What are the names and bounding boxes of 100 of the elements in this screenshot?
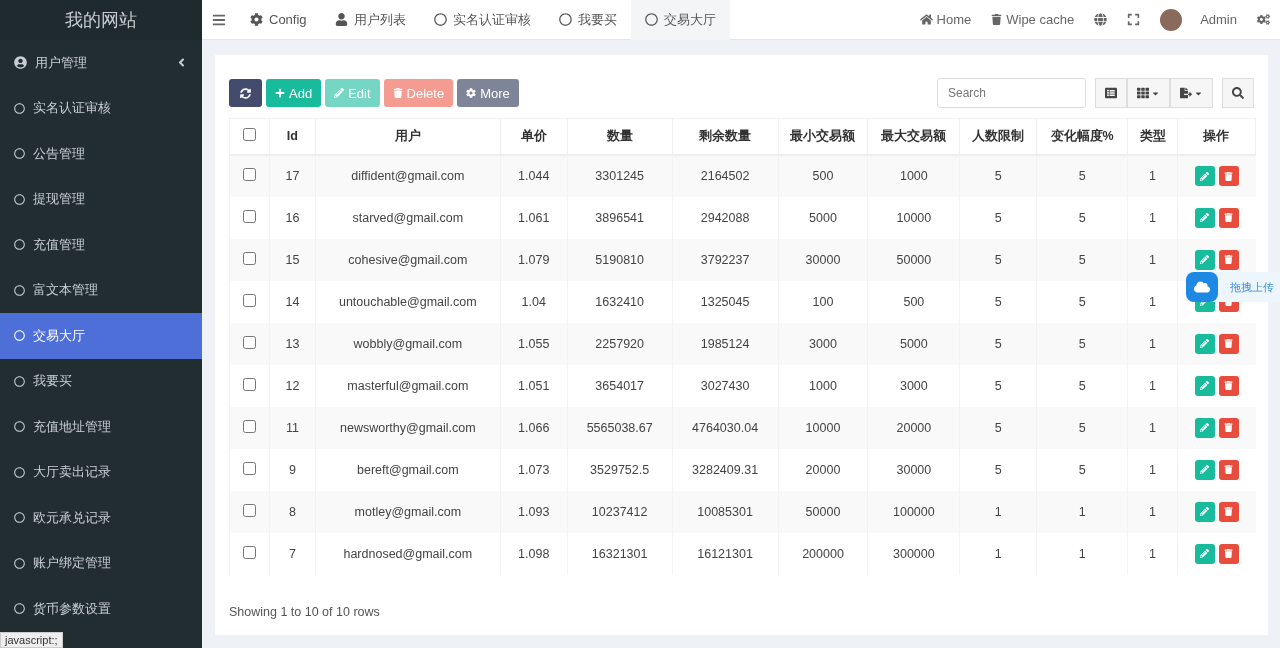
columns-button[interactable] xyxy=(1127,78,1170,108)
delete-row-button[interactable] xyxy=(1218,459,1239,480)
sidebar-item[interactable]: 欧元承兑记录 xyxy=(0,495,202,541)
edit-row-button[interactable] xyxy=(1194,375,1215,396)
nav-tab[interactable]: 交易大厅 xyxy=(630,0,730,40)
trash-icon xyxy=(1224,171,1234,181)
gears-icon xyxy=(1257,13,1270,26)
table-cell: 1.079 xyxy=(500,238,568,281)
column-header: 最小交易额 xyxy=(778,118,868,155)
table-cell: 30000 xyxy=(867,448,960,491)
row-checkbox[interactable] xyxy=(242,293,256,307)
table-cell: 1.055 xyxy=(500,322,568,365)
table-cell: 9 xyxy=(269,448,316,491)
table-cell: 5 xyxy=(1036,238,1128,281)
select-all-checkbox[interactable] xyxy=(242,128,256,142)
table-cell: 1 xyxy=(1127,238,1178,281)
sidebar-item[interactable]: 提现管理 xyxy=(0,176,202,222)
table-cell: 2942088 xyxy=(672,196,779,239)
delete-row-button[interactable] xyxy=(1218,333,1239,354)
table-cell: 5000 xyxy=(867,322,960,365)
table-cell: 16121301 xyxy=(672,532,779,575)
sidebar-item[interactable]: 交易大厅 xyxy=(0,313,202,359)
table-cell: 200000 xyxy=(778,532,868,575)
table-cell: 50000 xyxy=(867,238,960,281)
row-checkbox[interactable] xyxy=(242,251,256,265)
column-header: 变化幅度% xyxy=(1036,118,1128,155)
wipe-cache-link[interactable]: Wipe cache xyxy=(981,12,1085,27)
sidebar-item[interactable]: 公告管理 xyxy=(0,131,202,177)
table-cell: 3000 xyxy=(867,364,960,407)
nav-tab[interactable]: Config xyxy=(236,0,321,40)
pencil-icon xyxy=(1200,213,1210,222)
trash-icon xyxy=(1224,339,1234,348)
edit-row-button[interactable] xyxy=(1194,207,1215,228)
table-cell: 1000 xyxy=(867,154,960,197)
home-link[interactable]: Home xyxy=(909,12,982,27)
table-cell: 1 xyxy=(1036,532,1128,575)
row-checkbox[interactable] xyxy=(242,335,256,349)
table-cell: 10000 xyxy=(778,406,868,449)
nav-tab[interactable]: 用户列表 xyxy=(320,0,420,40)
sidebar-item[interactable]: 充值管理 xyxy=(0,222,202,268)
table-cell: 1 xyxy=(1127,406,1178,449)
table-cell: 3027430 xyxy=(672,364,779,407)
table-cell: 1.051 xyxy=(500,364,568,407)
nav-tab[interactable]: 我要买 xyxy=(544,0,631,40)
sidebar-item[interactable]: 富文本管理 xyxy=(0,267,202,313)
table-cell: 16 xyxy=(269,196,316,239)
table-cell: 1.04 xyxy=(500,280,568,323)
edit-row-button[interactable] xyxy=(1194,543,1215,564)
row-checkbox[interactable] xyxy=(242,168,256,181)
table-cell: 1985124 xyxy=(672,322,779,365)
edit-row-button[interactable] xyxy=(1194,501,1215,522)
edit-row-button[interactable] xyxy=(1194,166,1215,186)
search-field[interactable]: Search xyxy=(937,78,1086,108)
table-cell: 1 xyxy=(1127,364,1178,407)
search-icon xyxy=(1232,87,1244,99)
edit-row-button[interactable] xyxy=(1194,249,1215,270)
refresh-button[interactable] xyxy=(229,79,262,107)
delete-row-button[interactable] xyxy=(1218,166,1239,186)
row-checkbox[interactable] xyxy=(242,461,256,475)
row-checkbox[interactable] xyxy=(242,503,256,517)
table-cell: 5 xyxy=(959,154,1037,197)
row-checkbox[interactable] xyxy=(242,545,256,559)
sidebar-item[interactable]: 货币参数设置 xyxy=(0,586,202,632)
delete-row-button[interactable] xyxy=(1218,417,1239,438)
table-cell: 1 xyxy=(1127,280,1178,323)
edit-row-button[interactable] xyxy=(1194,459,1215,480)
sidebar-item[interactable]: 我要买 xyxy=(0,358,202,404)
delete-row-button[interactable] xyxy=(1218,207,1239,228)
row-checkbox[interactable] xyxy=(242,209,256,223)
export-button[interactable] xyxy=(1170,78,1213,108)
edit-row-button[interactable] xyxy=(1194,333,1215,354)
table-cell: starved@gmail.com xyxy=(315,196,501,239)
delete-row-button[interactable] xyxy=(1218,375,1239,396)
table-cell: 1 xyxy=(1127,490,1178,533)
row-checkbox[interactable] xyxy=(242,377,256,391)
table-cell: 16321301 xyxy=(567,532,673,575)
status-url: javascript:; xyxy=(0,632,63,648)
table-cell: 15 xyxy=(269,238,316,281)
delete-row-button[interactable] xyxy=(1218,501,1239,522)
table-cell: 3792237 xyxy=(672,238,779,281)
sidebar-item[interactable]: 充值地址管理 xyxy=(0,404,202,450)
search-button[interactable] xyxy=(1222,78,1254,108)
sidebar-item[interactable]: 账户绑定管理 xyxy=(0,540,202,586)
table-cell: 1 xyxy=(959,532,1037,575)
toggle-view-button[interactable] xyxy=(1095,78,1127,108)
more-button[interactable]: More xyxy=(457,79,519,107)
delete-row-button[interactable] xyxy=(1218,249,1239,270)
user-menu[interactable]: Admin xyxy=(1150,8,1247,31)
sidebar-item[interactable]: 大厅卖出记录 xyxy=(0,449,202,495)
table-cell: 5 xyxy=(959,364,1037,407)
sidebar-item[interactable]: 实名认证审核 xyxy=(0,85,202,131)
table-cell: 1.073 xyxy=(500,448,568,491)
delete-row-button[interactable] xyxy=(1218,543,1239,564)
edit-row-button[interactable] xyxy=(1194,417,1215,438)
table-cell: 30000 xyxy=(778,238,868,281)
nav-tab[interactable]: 实名认证审核 xyxy=(419,0,545,40)
sidebar-item[interactable]: 用户管理 xyxy=(0,40,202,86)
fullscreen-icon xyxy=(1127,13,1141,26)
row-checkbox[interactable] xyxy=(242,419,256,433)
table-cell: 50000 xyxy=(778,490,868,533)
